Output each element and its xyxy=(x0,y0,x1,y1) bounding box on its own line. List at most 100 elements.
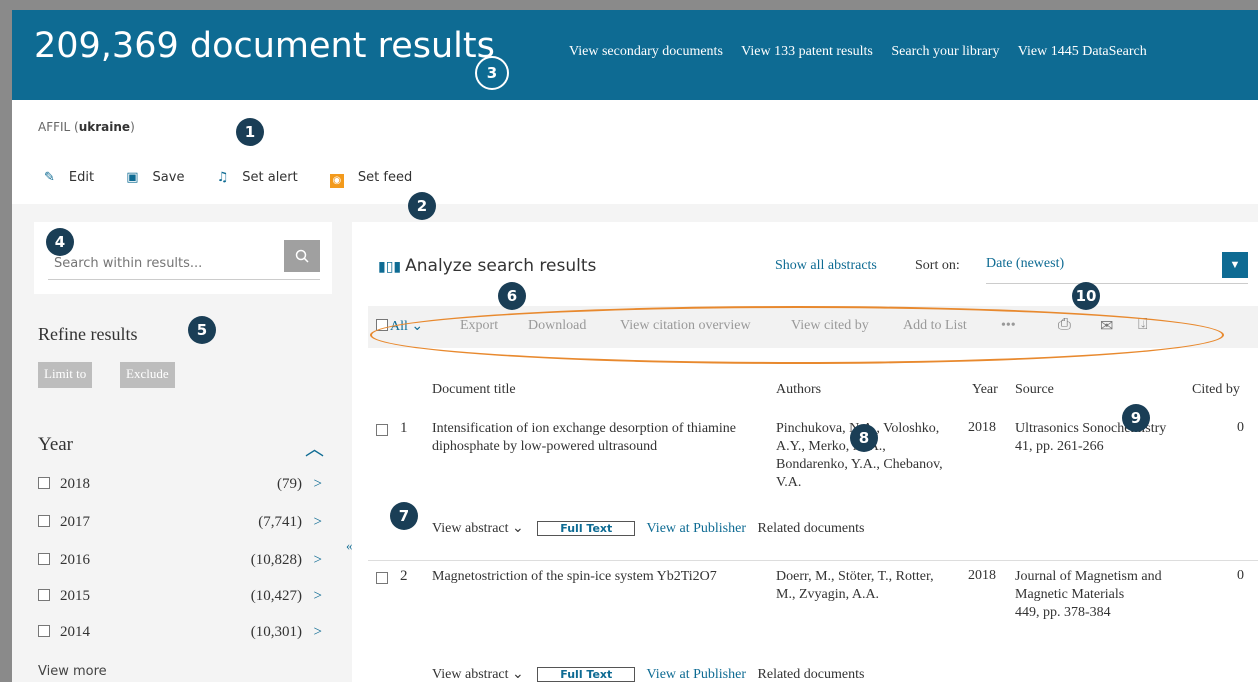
chevron-right-icon[interactable]: > xyxy=(314,588,322,605)
set-alert-label: Set alert xyxy=(242,170,298,185)
download-button[interactable]: Download xyxy=(528,318,586,334)
datasearch-link[interactable]: View 1445 DataSearch xyxy=(1018,44,1147,59)
full-text-button[interactable]: Full Text xyxy=(537,667,636,682)
search-within-button[interactable] xyxy=(284,240,320,272)
column-header-year[interactable]: Year xyxy=(972,382,998,398)
result-title[interactable]: Intensification of ion exchange desorpti… xyxy=(432,420,752,456)
year-checkbox[interactable] xyxy=(38,625,50,637)
related-documents-link[interactable]: Related documents xyxy=(758,667,865,682)
year-checkbox[interactable] xyxy=(38,553,50,565)
year-facet-item[interactable]: 2016 (10,828) > xyxy=(38,552,324,576)
bell-icon: ♫ xyxy=(216,170,229,185)
column-header-source[interactable]: Source xyxy=(1015,382,1054,398)
search-library-link[interactable]: Search your library xyxy=(891,44,999,59)
result-year: 2018 xyxy=(968,568,996,583)
year-checkbox[interactable] xyxy=(38,589,50,601)
result-actions: View abstract ⌄ Full Text View at Publis… xyxy=(432,666,864,682)
full-text-button[interactable]: Full Text xyxy=(537,521,636,536)
edit-label: Edit xyxy=(68,170,95,185)
save-icon: ▣ xyxy=(126,170,139,185)
callout-2: 2 xyxy=(408,192,436,220)
select-all-dropdown[interactable]: All ⌄ xyxy=(376,318,423,335)
year-facet-header[interactable]: Year ︿ xyxy=(38,434,324,460)
set-alert-button[interactable]: ♫ Set alert xyxy=(217,170,312,185)
related-documents-link[interactable]: Related documents xyxy=(758,521,865,536)
result-cited-count: 0 xyxy=(1237,420,1244,435)
callout-3: 3 xyxy=(475,56,509,90)
year-checkbox[interactable] xyxy=(38,477,50,489)
year-count: (10,828) xyxy=(250,552,302,568)
source-title[interactable]: Journal of Magnetism and Magnetic Materi… xyxy=(1015,568,1185,604)
result-source: Ultrasonics Sonochemistry 41, pp. 261-26… xyxy=(1015,420,1185,456)
year-count: (79) xyxy=(277,476,302,492)
view-at-publisher-link[interactable]: View at Publisher xyxy=(647,667,746,682)
results-page: 209,369 document results View secondary … xyxy=(12,10,1258,682)
result-row: 1 Intensification of ion exchange desorp… xyxy=(352,420,1258,560)
citation-overview-button[interactable]: View citation overview xyxy=(620,318,751,334)
secondary-docs-link[interactable]: View secondary documents xyxy=(569,44,723,59)
column-header-title[interactable]: Document title xyxy=(432,382,516,398)
more-options-button[interactable]: ••• xyxy=(1001,318,1016,334)
show-abstracts-link[interactable]: Show all abstracts xyxy=(775,258,877,274)
analyze-results-link[interactable]: ▮▯▮ Analyze search results xyxy=(378,256,596,276)
set-feed-button[interactable]: ◉ Set feed xyxy=(329,170,426,188)
search-within-input[interactable] xyxy=(48,248,320,280)
chevron-down-icon[interactable]: ▼ xyxy=(1222,252,1248,278)
limit-to-button[interactable]: Limit to xyxy=(38,362,93,388)
result-title[interactable]: Magnetostriction of the spin-ice system … xyxy=(432,568,752,586)
year-facet-title: Year xyxy=(38,434,74,455)
analyze-label: Analyze search results xyxy=(405,256,597,276)
year-checkbox[interactable] xyxy=(38,515,50,527)
result-number: 1 xyxy=(400,420,408,436)
chevron-right-icon[interactable]: > xyxy=(314,624,322,641)
column-header-cited[interactable]: Cited by xyxy=(1192,382,1240,398)
pdf-icon[interactable]: ⍗ xyxy=(1138,316,1148,334)
chevron-right-icon[interactable]: > xyxy=(314,476,322,493)
view-abstract-label: View abstract xyxy=(432,667,509,682)
year-facet-item[interactable]: 2017 (7,741) > xyxy=(38,514,324,538)
patent-results-link[interactable]: View 133 patent results xyxy=(741,44,873,59)
year-label: 2018 xyxy=(60,476,90,492)
sort-select[interactable]: Date (newest) ▼ xyxy=(986,252,1248,284)
year-facet-item[interactable]: 2014 (10,301) > xyxy=(38,624,324,648)
view-abstract-button[interactable]: View abstract ⌄ xyxy=(432,667,524,682)
results-panel: ▮▯▮ Analyze search results Show all abstr… xyxy=(352,222,1258,682)
query-term: ukraine xyxy=(78,120,131,134)
set-feed-label: Set feed xyxy=(357,170,413,185)
year-facet-item[interactable]: 2015 (10,427) > xyxy=(38,588,324,612)
cited-by-button[interactable]: View cited by xyxy=(791,318,869,334)
chevron-right-icon[interactable]: > xyxy=(314,514,322,531)
chevron-up-icon[interactable]: ︿ xyxy=(305,434,324,461)
view-at-publisher-link[interactable]: View at Publisher xyxy=(647,521,746,536)
save-button[interactable]: ▣ Save xyxy=(126,170,198,185)
add-to-list-button[interactable]: Add to List xyxy=(903,318,967,334)
email-icon[interactable]: ✉ xyxy=(1100,316,1113,336)
edit-button[interactable]: ✎ Edit xyxy=(44,170,108,185)
query-suffix: ) xyxy=(130,120,135,134)
result-checkbox[interactable] xyxy=(376,424,388,436)
search-icon xyxy=(295,249,309,263)
sort-label: Sort on: xyxy=(915,258,960,273)
export-button[interactable]: Export xyxy=(460,318,498,334)
results-toolbar: All ⌄ Export Download View citation over… xyxy=(368,306,1258,348)
result-authors[interactable]: Doerr, M., Stöter, T., Rotter, M., Zvyag… xyxy=(776,568,956,604)
source-detail: 449, pp. 378-384 xyxy=(1015,605,1111,620)
chevron-right-icon[interactable]: > xyxy=(314,552,322,569)
year-label: 2016 xyxy=(60,552,90,568)
year-count: (10,427) xyxy=(250,588,302,604)
year-facet-item[interactable]: 2018 (79) > xyxy=(38,476,324,500)
view-abstract-button[interactable]: View abstract ⌄ xyxy=(432,521,524,536)
exclude-button[interactable]: Exclude xyxy=(120,362,175,388)
column-header-authors[interactable]: Authors xyxy=(776,382,821,398)
result-checkbox[interactable] xyxy=(376,572,388,584)
select-all-checkbox[interactable] xyxy=(376,319,388,331)
print-icon[interactable]: ⎙ xyxy=(1058,316,1071,334)
callout-1: 1 xyxy=(236,118,264,146)
source-title[interactable]: Ultrasonics Sonochemistry xyxy=(1015,420,1185,438)
save-label: Save xyxy=(152,170,185,185)
result-actions: View abstract ⌄ Full Text View at Publis… xyxy=(432,520,864,537)
result-row: 2 Magnetostriction of the spin-ice syste… xyxy=(352,568,1258,682)
query-actions: ✎ Edit ▣ Save ♫ Set alert ◉ Set feed xyxy=(44,170,440,188)
view-more-link[interactable]: View more xyxy=(38,664,107,679)
result-divider xyxy=(368,560,1258,561)
